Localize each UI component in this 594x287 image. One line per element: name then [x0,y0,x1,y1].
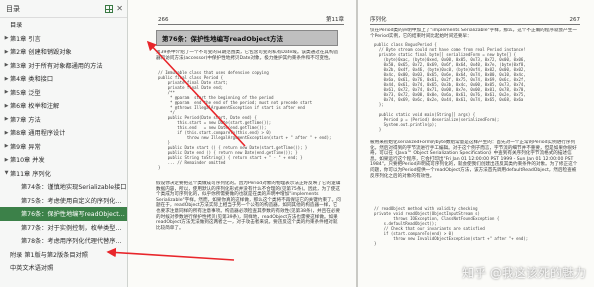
toc-title: 目录 [6,4,20,13]
toc-item-label: 第74条：谨慎地实现Serializable接口 [21,184,127,192]
left-body-paragraph: 假设你决定要把这个类做成可序列化的。因为Period对象的物理表示法正好反映了它… [156,181,341,231]
right-page-number: 267 [569,17,581,23]
right-page: 序列化 267 仅在Period类的声明中加上了"implements Seri… [358,0,594,287]
caret-right-icon[interactable]: ▶ [3,143,10,149]
toc-item[interactable]: ▶ 第6章 枚举和注解 [0,99,127,113]
toc-list: 目录 ▶ 第1章 引言 ▶ 第2章 创建和销毁对象 ▶ 第3章 对于所有对象都通用的方法 ▶ 第… [0,18,127,275]
toc-item[interactable]: ▶ 第7章 方法 [0,113,127,127]
left-intro-paragraph: 第39条中介绍了一个不可变的日期范围类，它包含可变的私有Date域。该类通过在其… [156,50,339,61]
caret-right-icon[interactable]: ▶ [3,49,10,55]
toc-item-label: 第3章 对于所有对象都通用的方法 [10,62,103,70]
right-running-head: 序列化 267 [370,17,580,25]
close-icon[interactable]: ✕ [116,4,123,13]
toc-item-label: 第6章 枚举和注解 [10,103,60,111]
watermark: 知乎 @我这该死的魅力 [462,266,586,280]
toc-item[interactable]: 第77条：对于实例控制，枚举类型优先于readResolve [0,221,127,235]
toc-item-label: 第78条：考虑用序列化代理代替序列化实例 [21,238,127,246]
left-chapter-label: 第11章 [326,17,344,23]
right-chapter-label: 序列化 [370,17,387,23]
toc-item[interactable]: 目录 [0,18,127,32]
right-body-paragraph: 被用来初始化serializedForm的byte数组常量是这样产生的：首先对一… [370,140,578,179]
toc-item[interactable]: 第75条：考虑使用自定义的序列化形式 [0,194,127,208]
toc-item-label: 第4章 类和接口 [10,76,54,84]
caret-down-icon[interactable]: ▼ [3,170,10,176]
toc-item-label: 中英文术语对照 [10,265,54,273]
caret-right-icon[interactable]: ▶ [3,89,10,95]
toc-item[interactable]: ▶ 第4章 类和接口 [0,72,127,86]
toc-item[interactable]: ▶ 第2章 创建和销毁对象 [0,45,127,59]
toc-item-label: 第77条：对于实例控制，枚举类型优先于readResolve [21,224,127,232]
toc-item[interactable]: 第74条：谨慎地实现Serializable接口 [0,180,127,194]
left-running-head: 266 第11章 [158,17,344,25]
toc-item-label: 目录 [10,22,23,30]
left-page-number: 266 [158,17,169,23]
toc-item-label: 第1章 引言 [10,35,41,43]
caret-right-icon[interactable]: ▶ [3,157,10,163]
bogus-period-code: public class BogusPeriod { // Byte strea… [374,42,526,132]
toc-item[interactable]: 中英文术语对照 [0,261,127,275]
caret-right-icon[interactable]: ▶ [3,116,10,122]
caret-right-icon[interactable]: ▶ [3,62,10,68]
toc-header: 目录 ✕ [0,0,127,18]
toc-item-label: 第5章 泛型 [10,89,41,97]
toc-item-label: 第11章 序列化 [10,170,51,178]
period-class-code: // Immutable class that uses defensive c… [158,70,332,170]
toc-item-label: 第8章 通用程序设计 [10,130,66,138]
caret-right-icon[interactable]: ▶ [3,35,10,41]
item-heading-banner: 第76条：保护性地编写readObject方法 [156,30,338,46]
toc-item[interactable]: 第78条：考虑用序列化代理代替序列化实例 [0,234,127,248]
toc-item-label: 第2章 创建和销毁对象 [10,49,72,57]
toc-item-label: 第10章 并发 [10,157,45,165]
toc-item-label: 第75条：考虑使用自定义的序列化形式 [21,197,127,205]
toc-tools: ✕ [105,4,123,13]
ebook-reader: 目录 ✕ 目录 ▶ 第1章 引言 ▶ 第2章 创建和销毁对象 ▶ 第3章 对于所有对象都通用… [0,0,594,287]
grid-view-icon[interactable] [105,4,114,13]
toc-item-label: 附录 第1版与第2版条目对照 [10,251,88,259]
toc-item-label: 第7章 方法 [10,116,41,124]
toc-item-label: 第76条：保护性地编写readObject方法 [21,211,127,219]
caret-right-icon[interactable]: ▶ [3,103,10,109]
caret-right-icon[interactable]: ▶ [3,76,10,82]
toc-sidebar: 目录 ✕ 目录 ▶ 第1章 引言 ▶ 第2章 创建和销毁对象 ▶ 第3章 对于所有对象都通用… [0,0,128,287]
toc-item[interactable]: ▶ 第8章 通用程序设计 [0,126,127,140]
toc-item[interactable]: 第76条：保护性地编写readObject方法 [0,207,127,221]
left-page: 266 第11章 第76条：保护性地编写readObject方法 第39条中介绍… [128,0,356,287]
toc-item[interactable]: ▶ 第5章 泛型 [0,86,127,100]
toc-item[interactable]: ▶ 第3章 对于所有对象都通用的方法 [0,59,127,73]
toc-item[interactable]: 附录 第1版与第2版条目对照 [0,248,127,262]
toc-item[interactable]: ▶ 第1章 引言 [0,32,127,46]
toc-item-label: 第9章 异常 [10,143,41,151]
toc-item[interactable]: ▶ 第10章 并发 [0,153,127,167]
toc-item[interactable]: ▼ 第11章 序列化 [0,167,127,181]
caret-right-icon[interactable]: ▶ [3,130,10,136]
toc-item[interactable]: ▶ 第9章 异常 [0,140,127,154]
right-intro-paragraph: 仅在Period类的声明中加上了"implements Serializable… [370,28,577,39]
readobject-code: // readObject method with validity check… [374,206,529,246]
